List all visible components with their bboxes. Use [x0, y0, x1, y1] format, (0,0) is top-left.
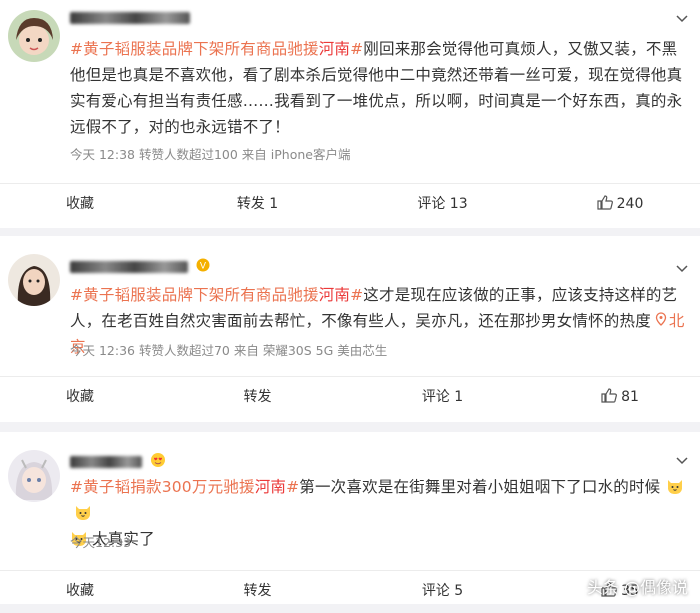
verified-badge-icon: V	[196, 258, 210, 276]
post-card: #黄子韬服装品牌下架所有商品驰援河南#刚回来那会觉得他可真烦人，又傲又装，不黑他…	[0, 0, 700, 228]
watermark: 头条 @偶像说	[586, 578, 688, 597]
comment-button[interactable]: 评论 13	[360, 184, 525, 224]
post-meta: 今天 12:36 转赞人数超过70 来自 荣耀30S 5G 美由芯生	[70, 343, 388, 358]
cat-emoji-icon	[666, 477, 684, 495]
collect-label: 收藏	[66, 583, 94, 599]
chevron-down-icon[interactable]	[674, 260, 690, 276]
collect-button[interactable]: 收藏	[0, 184, 160, 224]
chevron-down-icon[interactable]	[674, 10, 690, 26]
like-button[interactable]: 81	[540, 377, 700, 417]
collect-label: 收藏	[66, 196, 94, 212]
heart-eyes-emoji-icon	[150, 452, 166, 472]
avatar[interactable]	[8, 254, 60, 306]
avatar[interactable]	[8, 450, 60, 502]
repost-button[interactable]: 转发	[175, 377, 340, 417]
post-text-segment: 第一次喜欢是在街舞里对着小姐姐咽下了口水的时候	[299, 478, 661, 496]
thumbs-up-icon	[601, 379, 618, 419]
post-text: #黄子韬服装品牌下架所有商品驰援河南#刚回来那会觉得他可真烦人，又傲又装，不黑他…	[70, 36, 692, 140]
collect-button[interactable]: 收藏	[0, 377, 160, 417]
hashtag-highlight[interactable]: 河南	[319, 40, 350, 58]
hashtag[interactable]: #	[350, 40, 363, 58]
hashtag[interactable]: #黄子韬服装品牌下架所有商品驰援	[70, 40, 319, 58]
comment-label: 评论 13	[417, 196, 468, 212]
chevron-down-icon[interactable]	[674, 452, 690, 468]
action-bar: 收藏 转发 评论 1 81	[0, 376, 700, 417]
hashtag[interactable]: #黄子韬捐款300万元驰援	[70, 478, 255, 496]
repost-label: 转发	[243, 583, 272, 599]
like-count: 81	[621, 389, 639, 405]
username[interactable]	[70, 452, 166, 470]
like-count: 240	[616, 196, 644, 212]
username[interactable]: V	[70, 258, 210, 276]
repost-button[interactable]: 转发 1	[175, 184, 340, 224]
collect-button[interactable]: 收藏	[0, 571, 160, 611]
thumbs-up-icon	[597, 186, 613, 226]
hashtag[interactable]: #黄子韬服装品牌下架所有商品驰援	[70, 286, 319, 304]
collect-label: 收藏	[66, 389, 94, 405]
post-meta: 今天 12:38 转赞人数超过100 来自 iPhone客户端	[70, 147, 351, 162]
comment-button[interactable]: 评论 5	[360, 571, 525, 611]
hashtag[interactable]: #	[350, 286, 363, 304]
action-bar: 收藏 转发 1 评论 13 240	[0, 183, 700, 224]
svg-text:V: V	[200, 262, 207, 272]
post-text: #黄子韬捐款300万元驰援河南#第一次喜欢是在街舞里对着小姐姐咽下了口水的时候太…	[70, 474, 692, 552]
comment-label: 评论 1	[421, 389, 464, 405]
post-card: V #黄子韬服装品牌下架所有商品驰援河南#这才是现在应该做的正事，应该支持这样的…	[0, 236, 700, 422]
hashtag[interactable]: #	[286, 478, 299, 496]
comment-button[interactable]: 评论 1	[360, 377, 525, 417]
repost-label: 转发 1	[236, 196, 279, 212]
avatar[interactable]	[8, 10, 60, 62]
repost-button[interactable]: 转发	[175, 571, 340, 611]
comment-label: 评论 5	[421, 583, 464, 599]
post-meta: 今天12:33	[70, 535, 132, 550]
hashtag-highlight[interactable]: 河南	[255, 478, 286, 496]
hashtag-highlight[interactable]: 河南	[319, 286, 350, 304]
cat-emoji-icon	[74, 503, 92, 521]
repost-label: 转发	[243, 389, 272, 405]
like-button[interactable]: 240	[540, 184, 700, 224]
username[interactable]	[70, 10, 190, 28]
location-pin-icon	[655, 312, 667, 330]
